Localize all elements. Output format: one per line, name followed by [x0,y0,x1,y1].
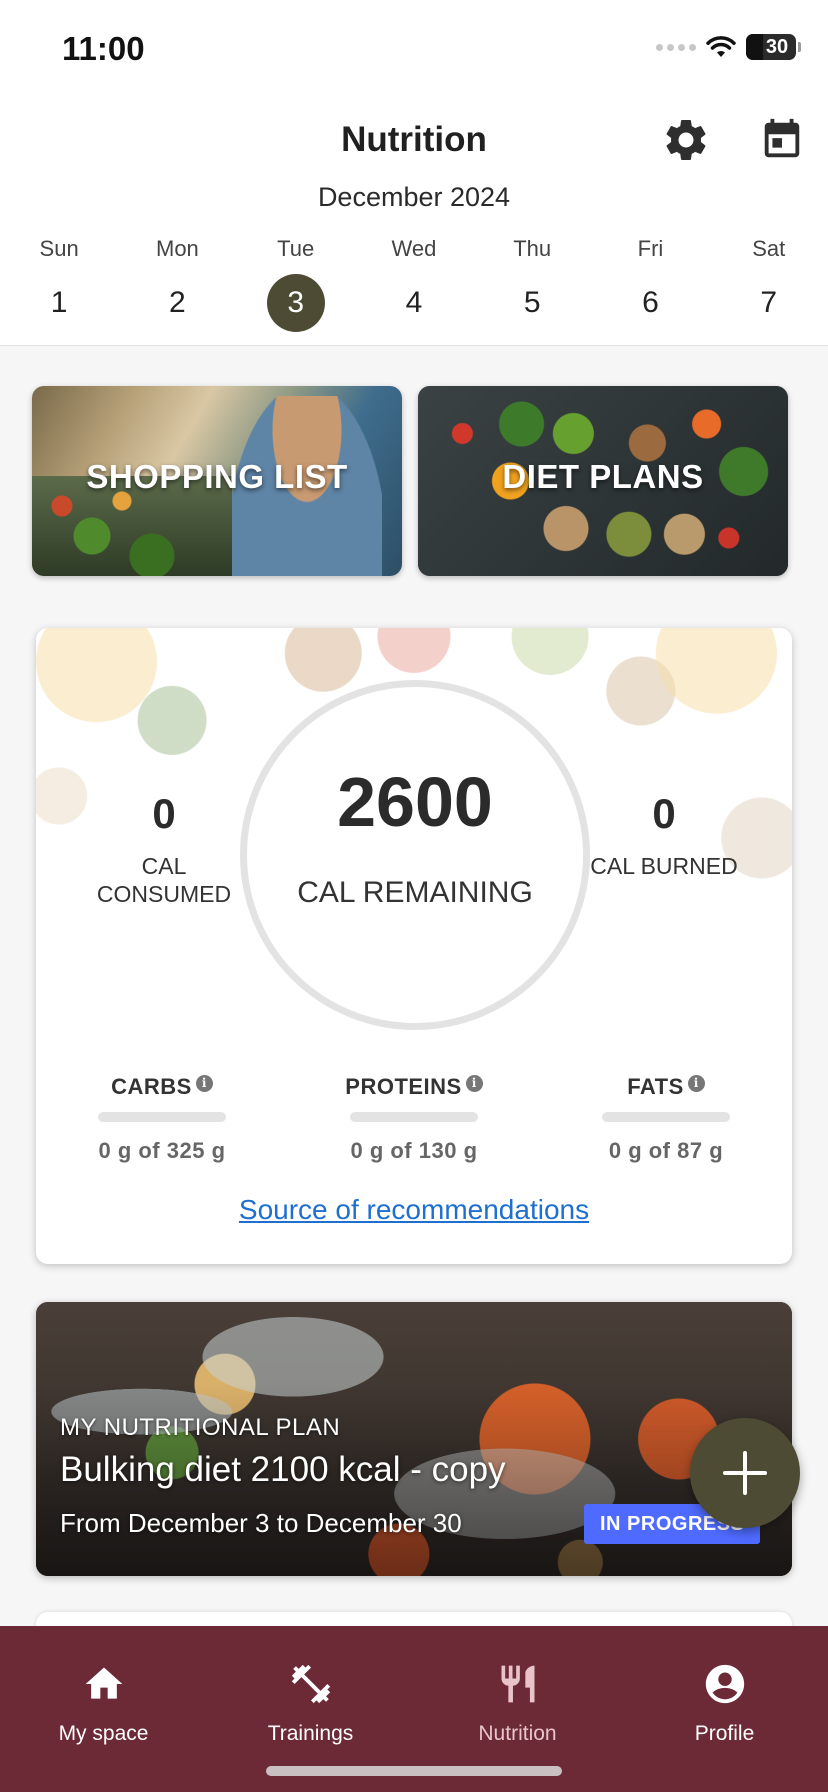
macro-proteins: PROTEINS i 0 g of 130 g [288,1074,540,1164]
status-bar: 11:00 30 [0,0,828,100]
macro-value: 0 g of 325 g [98,1138,226,1163]
day-number: 7 [760,286,778,319]
add-button[interactable] [690,1418,800,1528]
calories-consumed-value: 0 [152,790,176,837]
macro-name: FATS [627,1074,684,1099]
calendar-icon [764,118,800,158]
shopping-list-tile[interactable]: SHOPPING LIST [32,386,402,576]
macros-row: CARBS i 0 g of 325 g PROTEINS i 0 g of 130… [36,1074,792,1164]
nutritional-plan-card[interactable]: MY NUTRITIONAL PLAN Bulking diet 2100 kc… [36,1302,792,1576]
macro-progress-bar [602,1112,730,1122]
day-name: Wed [391,236,437,261]
day-number: 5 [523,286,541,319]
day-name: Sat [752,236,786,261]
day-thu[interactable]: Thu 5 [473,234,591,332]
cellular-signal-icon [656,43,696,51]
day-name: Fri [637,236,664,261]
macro-name: CARBS [111,1074,192,1099]
day-number: 3 [266,274,325,332]
calories-consumed: 0 CAL CONSUMED [74,790,254,908]
plan-dates: From December 3 to December 30 [60,1508,462,1538]
battery-icon: 30 [746,34,801,60]
plus-icon [723,1451,767,1495]
calories-burned-label: CAL BURNED [590,853,738,879]
diet-plans-tile[interactable]: DIET PLANS [418,386,788,576]
day-number: 6 [642,286,659,319]
macro-name: PROTEINS [345,1074,462,1099]
day-tue-selected[interactable]: Tue 3 [237,234,355,332]
day-number: 1 [50,286,68,319]
calories-consumed-label: CAL CONSUMED [96,853,232,907]
dumbbell-icon [291,1664,330,1704]
day-fri[interactable]: Fri 6 [591,234,709,332]
month-label: December 2024 [317,182,511,212]
status-icons: 30 [656,34,801,60]
calories-ring [240,680,590,1030]
calories-burned: 0 CAL BURNED [574,790,754,880]
fork-knife-icon [501,1665,534,1703]
nav-label: Profile [694,1722,755,1745]
nav-label: My space [58,1722,149,1745]
calories-card: 0 CAL CONSUMED 2600 CAL REMAINING 0 CAL … [36,628,792,1264]
day-sun[interactable]: Sun 1 [0,234,118,332]
info-icon[interactable]: i [195,1074,213,1092]
wifi-icon [706,36,736,57]
day-number: 2 [169,286,186,319]
day-name: Sun [39,236,79,261]
day-number: 4 [405,286,423,319]
nav-label: Trainings [267,1722,354,1745]
day-wed[interactable]: Wed 4 [355,234,473,332]
calories-remaining-label: CAL REMAINING [297,876,533,909]
settings-button[interactable] [658,112,714,168]
plan-title: Bulking diet 2100 kcal - copy [60,1450,506,1489]
macro-progress-bar [350,1112,478,1122]
diet-plans-label: DIET PLANS [502,458,704,495]
calories-remaining-value: 2600 [337,763,493,841]
day-mon[interactable]: Mon 2 [118,234,236,332]
gear-icon [666,119,706,160]
nav-my-space[interactable]: My space [0,1626,207,1792]
macro-value: 0 g of 87 g [608,1138,724,1163]
info-icon[interactable]: i [687,1074,705,1092]
macro-carbs: CARBS i 0 g of 325 g [36,1074,288,1164]
day-name: Mon [156,236,199,261]
day-name: Tue [277,236,315,261]
day-sat[interactable]: Sat 7 [710,234,828,332]
info-icon[interactable]: i [465,1074,483,1092]
macro-fats: FATS i 0 g of 87 g [540,1074,792,1164]
nav-profile[interactable]: Profile [621,1626,828,1792]
macro-value: 0 g of 130 g [350,1138,478,1163]
header: Nutrition December 2024 Sun 1 Mon 2 Tue 3 W… [0,100,828,346]
home-icon [85,1667,122,1699]
calories-burned-value: 0 [652,790,676,837]
status-time: 11:00 [62,30,145,67]
macro-progress-bar [98,1112,226,1122]
nav-label: Nutrition [478,1722,557,1745]
plan-kicker: MY NUTRITIONAL PLAN [60,1414,341,1441]
day-name: Thu [513,236,552,261]
profile-icon [705,1664,744,1704]
shopping-list-label: SHOPPING LIST [86,458,348,495]
home-indicator [266,1766,562,1776]
week-strip: Sun 1 Mon 2 Tue 3 Wed 4 Thu 5 Fri 6 Sat 7 [0,234,828,332]
calendar-button[interactable] [754,112,810,168]
source-of-recommendations-link[interactable]: Source of recommendations [36,1194,792,1226]
battery-level: 30 [765,35,789,58]
